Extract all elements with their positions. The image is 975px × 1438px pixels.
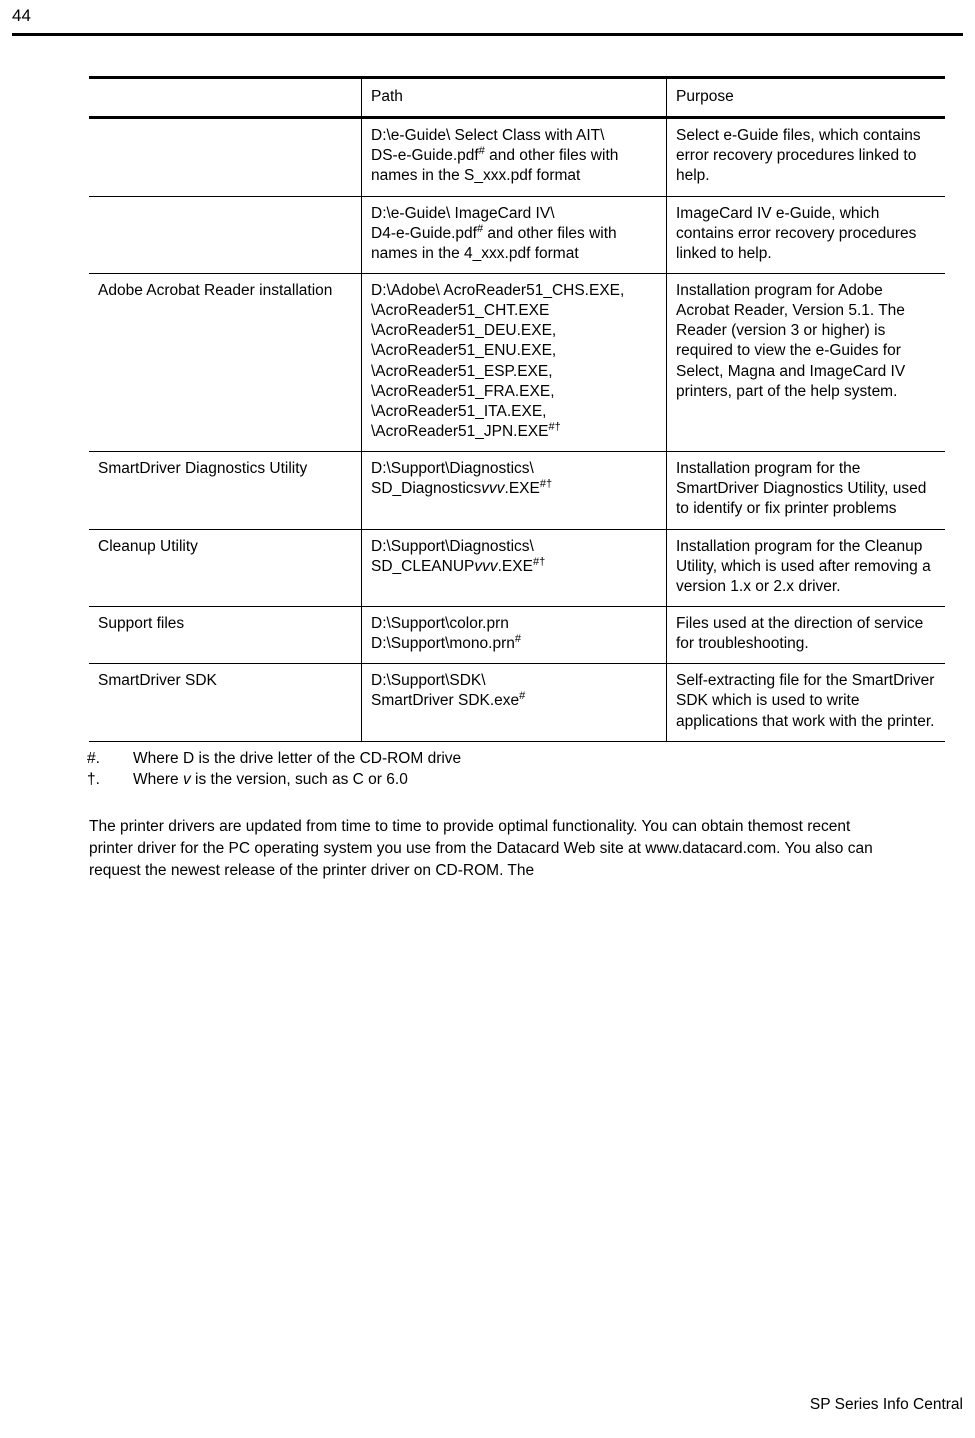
table-header-path: Path bbox=[361, 75, 667, 120]
path-line: D:\e-Guide\ Select Class with AIT\ bbox=[371, 127, 605, 145]
table-row: Support files D:\Support\color.prn D:\Su… bbox=[89, 606, 945, 665]
row-label: SmartDriver Diagnostics Utility bbox=[89, 451, 362, 530]
footnote-mark: #. bbox=[87, 749, 100, 767]
row-label bbox=[89, 196, 362, 274]
row-path: D:\e-Guide\ ImageCard IV\ D4-e-Guide.pdf… bbox=[361, 196, 667, 274]
row-label: Cleanup Utility bbox=[89, 529, 362, 607]
row-purpose: Self-extracting file for the SmartDriver… bbox=[666, 663, 945, 742]
row-path: D:\Adobe\ AcroReader51_CHS.EXE, \AcroRea… bbox=[361, 273, 667, 453]
path-line: D:\Support\SDK\ bbox=[371, 672, 486, 690]
version-variable: vvv bbox=[481, 480, 505, 498]
row-purpose: Installation program for the Cleanup Uti… bbox=[666, 529, 945, 607]
table-row: SmartDriver Diagnostics Utility D:\Suppo… bbox=[89, 451, 945, 530]
cd-contents-table: Path Purpose D:\e-Guide\ Select Class wi… bbox=[89, 75, 945, 742]
document-page: 44 Path Purpose D:\e-Guide\ Select Class… bbox=[0, 0, 975, 1438]
row-label: Adobe Acrobat Reader installation bbox=[89, 273, 362, 453]
row-path: D:\e-Guide\ Select Class with AIT\ DS-e-… bbox=[361, 117, 667, 197]
row-purpose: Files used at the direction of service f… bbox=[666, 606, 945, 665]
table-row: SmartDriver SDK D:\Support\SDK\ SmartDri… bbox=[89, 663, 945, 742]
path-line: \AcroReader51_JPN.EXE#† bbox=[371, 420, 561, 440]
footnote-item: #. Where D is the drive letter of the CD… bbox=[87, 748, 889, 769]
row-path: D:\Support\SDK\ SmartDriver SDK.exe# bbox=[361, 663, 667, 742]
footnotes: #. Where D is the drive letter of the CD… bbox=[87, 748, 889, 790]
table-row: Adobe Acrobat Reader installation D:\Ado… bbox=[89, 273, 945, 453]
version-variable: vvv bbox=[474, 557, 498, 575]
footnote-marker-hash: # bbox=[519, 690, 526, 703]
version-variable: v bbox=[182, 770, 191, 788]
path-line: D:\Adobe\ AcroReader51_CHS.EXE, \AcroRea… bbox=[371, 281, 625, 420]
row-purpose: Installation program for Adobe Acrobat R… bbox=[666, 273, 945, 453]
path-line: SD_CLEANUPvvv.EXE#† bbox=[371, 555, 546, 575]
row-path: D:\Support\Diagnostics\ SD_CLEANUPvvv.EX… bbox=[361, 529, 667, 607]
table-row: D:\e-Guide\ ImageCard IV\ D4-e-Guide.pdf… bbox=[89, 196, 945, 274]
table-row: D:\e-Guide\ Select Class with AIT\ DS-e-… bbox=[89, 117, 945, 197]
footnote-item: †. Where v is the version, such as C or … bbox=[87, 769, 889, 790]
header-divider bbox=[12, 33, 963, 36]
path-line: SmartDriver SDK.exe# bbox=[371, 690, 526, 710]
page-footer: SP Series Info Central bbox=[809, 1396, 963, 1413]
row-label: SmartDriver SDK bbox=[89, 663, 362, 742]
path-line: SD_Diagnosticsvvv.EXE#† bbox=[371, 478, 553, 498]
footnote-marker-hash: # bbox=[476, 222, 484, 235]
path-line: D:\Support\mono.prn# bbox=[371, 632, 522, 653]
path-line: D4-e-Guide.pdf# and other files with nam… bbox=[371, 222, 617, 262]
footnote-text: Where v is the version, such as C or 6.0 bbox=[133, 770, 408, 788]
footnote-marker-hash-dagger: #† bbox=[539, 478, 553, 491]
table-row: Cleanup Utility D:\Support\Diagnostics\ … bbox=[89, 529, 945, 607]
row-path: D:\Support\Diagnostics\ SD_Diagnosticsvv… bbox=[361, 451, 667, 530]
footnote-text: Where D is the drive letter of the CD-RO… bbox=[133, 749, 462, 767]
page-number: 44 bbox=[12, 6, 31, 25]
body-paragraph: The printer drivers are updated from tim… bbox=[89, 817, 873, 879]
row-label bbox=[89, 117, 362, 197]
path-line: D:\Support\Diagnostics\ bbox=[371, 537, 534, 555]
path-line: D:\Support\color.prn bbox=[371, 614, 509, 632]
path-line: DS-e-Guide.pdf# and other files with nam… bbox=[371, 145, 619, 185]
table-header-blank bbox=[89, 75, 362, 120]
table-header-purpose: Purpose bbox=[666, 75, 945, 120]
path-line: D:\Support\Diagnostics\ bbox=[371, 460, 534, 478]
row-label: Support files bbox=[89, 606, 362, 665]
path-line: D:\e-Guide\ ImageCard IV\ bbox=[371, 204, 555, 222]
footnote-mark: †. bbox=[87, 770, 100, 788]
footnote-marker-hash: # bbox=[478, 145, 485, 158]
row-purpose: ImageCard IV e-Guide, which contains err… bbox=[666, 196, 945, 274]
row-purpose: Installation program for the SmartDriver… bbox=[666, 451, 945, 530]
footnote-marker-hash: # bbox=[514, 632, 522, 645]
footnote-marker-hash-dagger: #† bbox=[548, 420, 561, 433]
row-path: D:\Support\color.prn D:\Support\mono.prn… bbox=[361, 606, 667, 665]
footnote-marker-hash-dagger: #† bbox=[532, 555, 546, 568]
page-content: Path Purpose D:\e-Guide\ Select Class wi… bbox=[87, 75, 945, 882]
table-header-row: Path Purpose bbox=[89, 75, 945, 120]
row-purpose: Select e-Guide files, which contains err… bbox=[666, 117, 945, 197]
